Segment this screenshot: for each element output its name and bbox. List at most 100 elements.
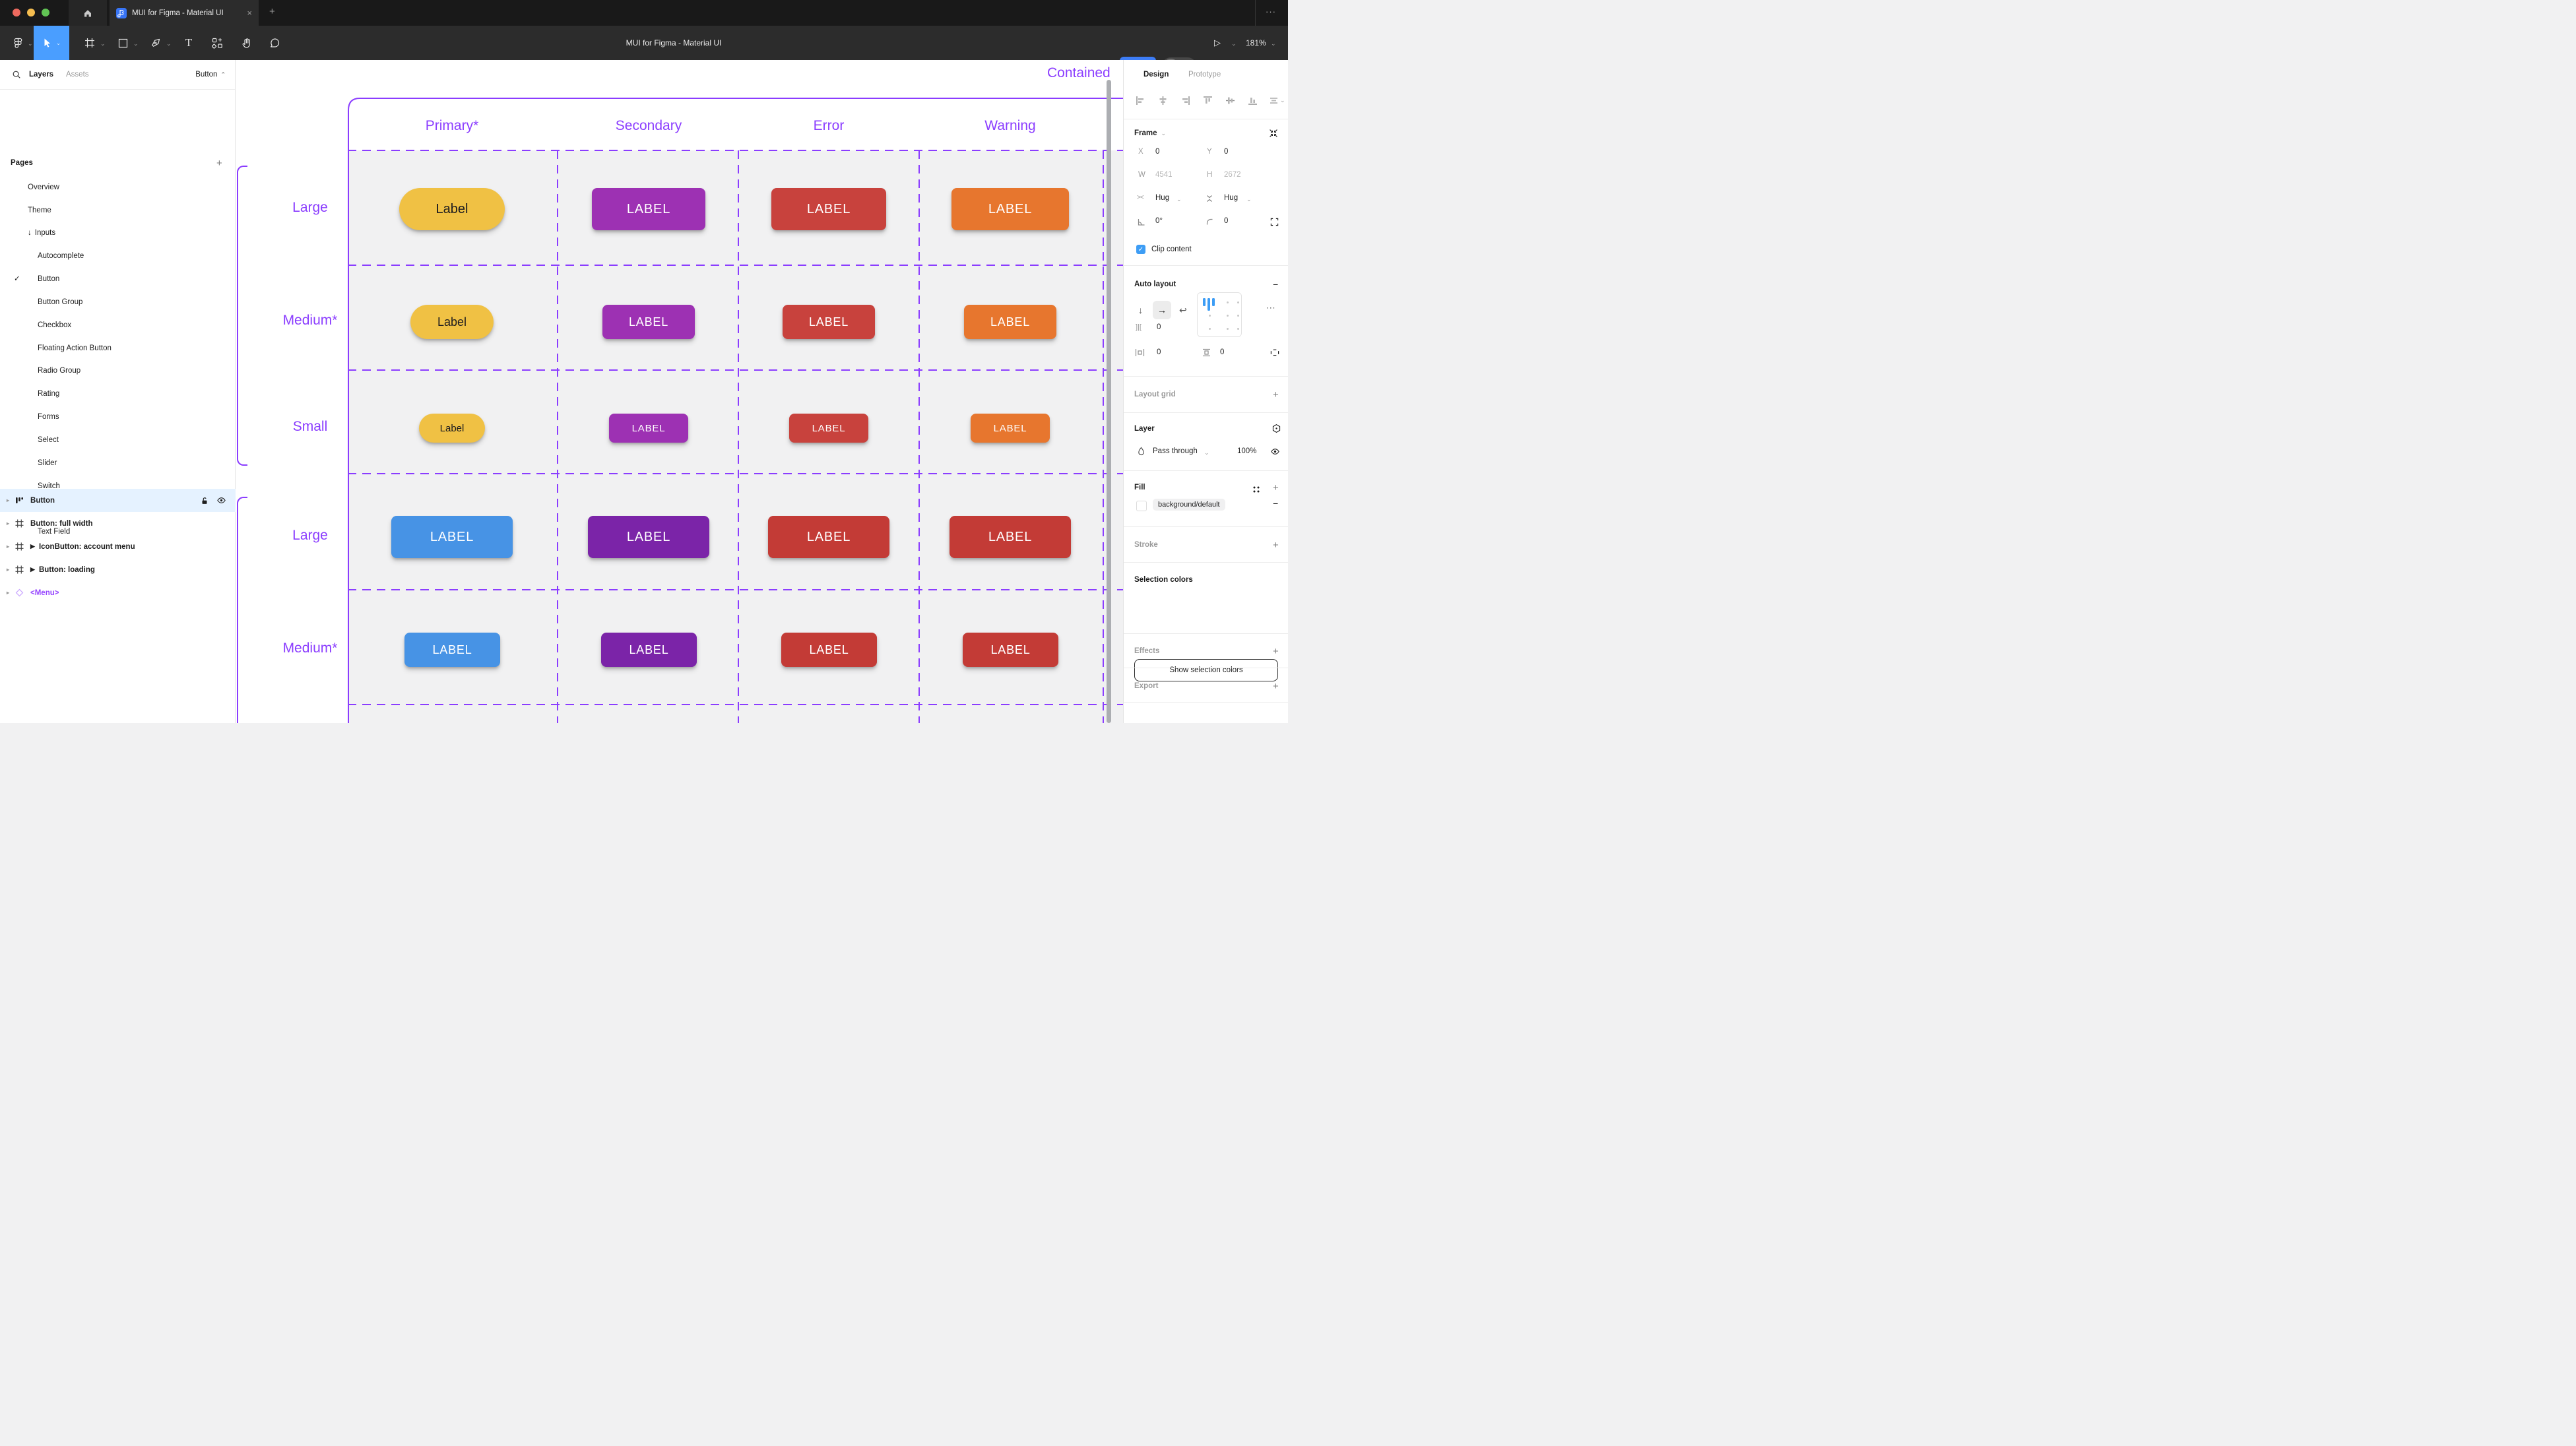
blend-mode-value[interactable]: Pass through — [1153, 447, 1198, 455]
fill-color-swatch[interactable] — [1136, 501, 1147, 511]
zoom-level[interactable]: 181% — [1246, 38, 1266, 47]
h-sizing-value[interactable]: Hug — [1155, 194, 1169, 202]
x-value[interactable]: 0 — [1155, 148, 1159, 156]
fill-token-chip[interactable]: background/default — [1153, 499, 1225, 511]
add-page-icon[interactable]: + — [216, 158, 222, 169]
sidebar-page-button-group[interactable]: Button Group — [38, 295, 82, 309]
expand-chevron-icon[interactable]: ▸ — [7, 590, 9, 596]
canvas-button[interactable]: LABEL — [964, 305, 1056, 339]
search-icon[interactable] — [12, 70, 21, 79]
layer-row-iconbutton-account-menu[interactable]: ▸ ▶ IconButton: account menu — [0, 535, 236, 558]
comment-tool-button[interactable] — [265, 26, 284, 60]
w-value[interactable]: 4541 — [1155, 171, 1173, 179]
canvas-button[interactable]: LABEL — [783, 305, 875, 339]
page-selector[interactable]: Button ⌃ — [195, 71, 226, 79]
align-h-center-icon[interactable] — [1158, 96, 1168, 106]
shrink-resize-icon[interactable] — [1269, 129, 1278, 138]
pen-tool-button[interactable] — [146, 26, 165, 60]
sidebar-page-radio-group[interactable]: Radio Group — [38, 363, 80, 378]
window-more-icon[interactable]: ··· — [1266, 7, 1276, 16]
document-tab[interactable]: MUI for Figma - Material UI × — [110, 0, 259, 26]
add-layout-grid-icon[interactable]: + — [1273, 389, 1279, 400]
collapse-arrow-icon[interactable]: ↓ — [28, 226, 32, 240]
present-play-icon[interactable]: ▷ — [1214, 38, 1221, 48]
sidebar-page-inputs[interactable]: ↓Inputs — [28, 226, 55, 240]
canvas-button[interactable]: LABEL — [391, 516, 513, 558]
add-fill-icon[interactable]: + — [1273, 482, 1279, 493]
distribute-menu-icon[interactable]: ⌄ — [1269, 96, 1285, 106]
h-value[interactable]: 2672 — [1224, 171, 1241, 179]
wrap-icon[interactable]: ↩ — [1179, 305, 1187, 316]
pen-tool-chevron-icon[interactable]: ⌄ — [166, 40, 172, 47]
vertical-padding-value[interactable]: 0 — [1220, 348, 1224, 356]
layer-row-button-loading[interactable]: ▸ ▶ Button: loading — [0, 558, 236, 581]
shape-tool-button[interactable] — [113, 26, 132, 60]
sidebar-page-theme[interactable]: Theme — [28, 203, 51, 218]
hand-tool-button[interactable] — [237, 26, 255, 60]
canvas-button[interactable]: LABEL — [601, 633, 697, 667]
add-export-icon[interactable]: + — [1273, 681, 1279, 692]
expand-chevron-icon[interactable]: ▸ — [7, 567, 9, 573]
show-selection-colors-button[interactable]: Show selection colors — [1134, 659, 1278, 681]
close-tab-icon[interactable]: × — [247, 8, 252, 18]
canvas-button[interactable]: LABEL — [950, 516, 1071, 558]
main-menu-figma-icon[interactable] — [8, 26, 28, 60]
fill-styles-icon[interactable] — [1252, 485, 1261, 494]
expand-chevron-icon[interactable]: ▸ — [7, 520, 9, 526]
traffic-close-button[interactable] — [13, 9, 20, 16]
move-tool-chevron-icon[interactable]: ⌄ — [56, 40, 61, 47]
rotation-value[interactable]: 0° — [1155, 217, 1163, 225]
sidebar-page-overview[interactable]: Overview — [28, 180, 59, 195]
independent-corners-icon[interactable] — [1270, 218, 1279, 226]
canvas-button[interactable]: LABEL — [789, 414, 868, 443]
sidebar-page-fab[interactable]: Floating Action Button — [38, 341, 112, 356]
sidebar-page-select[interactable]: Select — [38, 433, 59, 447]
layer-style-icon[interactable] — [1272, 424, 1281, 433]
canvas-button[interactable]: LABEL — [963, 633, 1058, 667]
canvas-button[interactable]: Label — [410, 305, 494, 339]
horizontal-padding-value[interactable]: 0 — [1157, 348, 1161, 356]
layer-row-button-full-width[interactable]: ▸ Button: full width — [0, 512, 236, 535]
y-value[interactable]: 0 — [1224, 148, 1228, 156]
sidebar-page-checkbox[interactable]: Checkbox — [38, 318, 71, 332]
tab-layers[interactable]: Layers — [29, 71, 53, 79]
present-chevron-icon[interactable]: ⌄ — [1231, 40, 1237, 47]
layer-visibility-eye-icon[interactable] — [1270, 447, 1280, 456]
sidebar-page-autocomplete[interactable]: Autocomplete — [38, 249, 84, 263]
text-tool-button[interactable]: T — [179, 26, 198, 60]
new-tab-icon[interactable]: + — [269, 6, 275, 17]
main-menu-chevron-icon[interactable]: ⌄ — [28, 40, 33, 47]
gap-value[interactable]: 0 — [1157, 323, 1161, 331]
layer-row-menu-instance[interactable]: ▸ <Menu> — [0, 581, 236, 604]
align-right-icon[interactable] — [1180, 96, 1190, 106]
independent-padding-icon[interactable] — [1270, 348, 1279, 357]
alignment-matrix[interactable] — [1197, 292, 1242, 337]
h-sizing-chevron-icon[interactable]: ⌄ — [1176, 196, 1182, 203]
sidebar-page-forms[interactable]: Forms — [38, 410, 59, 424]
remove-auto-layout-icon[interactable]: − — [1273, 279, 1278, 290]
align-bottom-icon[interactable] — [1248, 96, 1258, 106]
frame-tool-button[interactable] — [80, 26, 99, 60]
add-effect-icon[interactable]: + — [1273, 646, 1279, 657]
align-v-center-icon[interactable] — [1225, 96, 1235, 106]
traffic-zoom-button[interactable] — [42, 9, 49, 16]
align-top-icon[interactable] — [1203, 96, 1213, 106]
tab-design[interactable]: Design — [1143, 71, 1169, 79]
visibility-eye-icon[interactable] — [216, 495, 226, 505]
unlock-icon[interactable] — [200, 496, 209, 505]
blend-mode-chevron-icon[interactable]: ⌄ — [1204, 449, 1209, 456]
tab-assets[interactable]: Assets — [66, 71, 89, 79]
canvas-button[interactable]: Label — [419, 414, 485, 443]
canvas-button[interactable]: LABEL — [609, 414, 688, 443]
resources-tool-button[interactable] — [208, 26, 226, 60]
canvas-button[interactable]: LABEL — [971, 414, 1050, 443]
frame-section-header[interactable]: Frame — [1134, 129, 1157, 137]
canvas-button[interactable]: LABEL — [771, 188, 886, 230]
clip-content-checkbox[interactable]: ✓ — [1136, 245, 1145, 254]
frame-type-chevron-icon[interactable]: ⌄ — [1161, 130, 1167, 137]
expand-chevron-icon[interactable]: ▸ — [7, 544, 9, 550]
canvas-button[interactable]: LABEL — [768, 516, 889, 558]
add-stroke-icon[interactable]: + — [1273, 540, 1279, 551]
canvas-button[interactable]: LABEL — [592, 188, 705, 230]
v-sizing-chevron-icon[interactable]: ⌄ — [1246, 196, 1252, 203]
